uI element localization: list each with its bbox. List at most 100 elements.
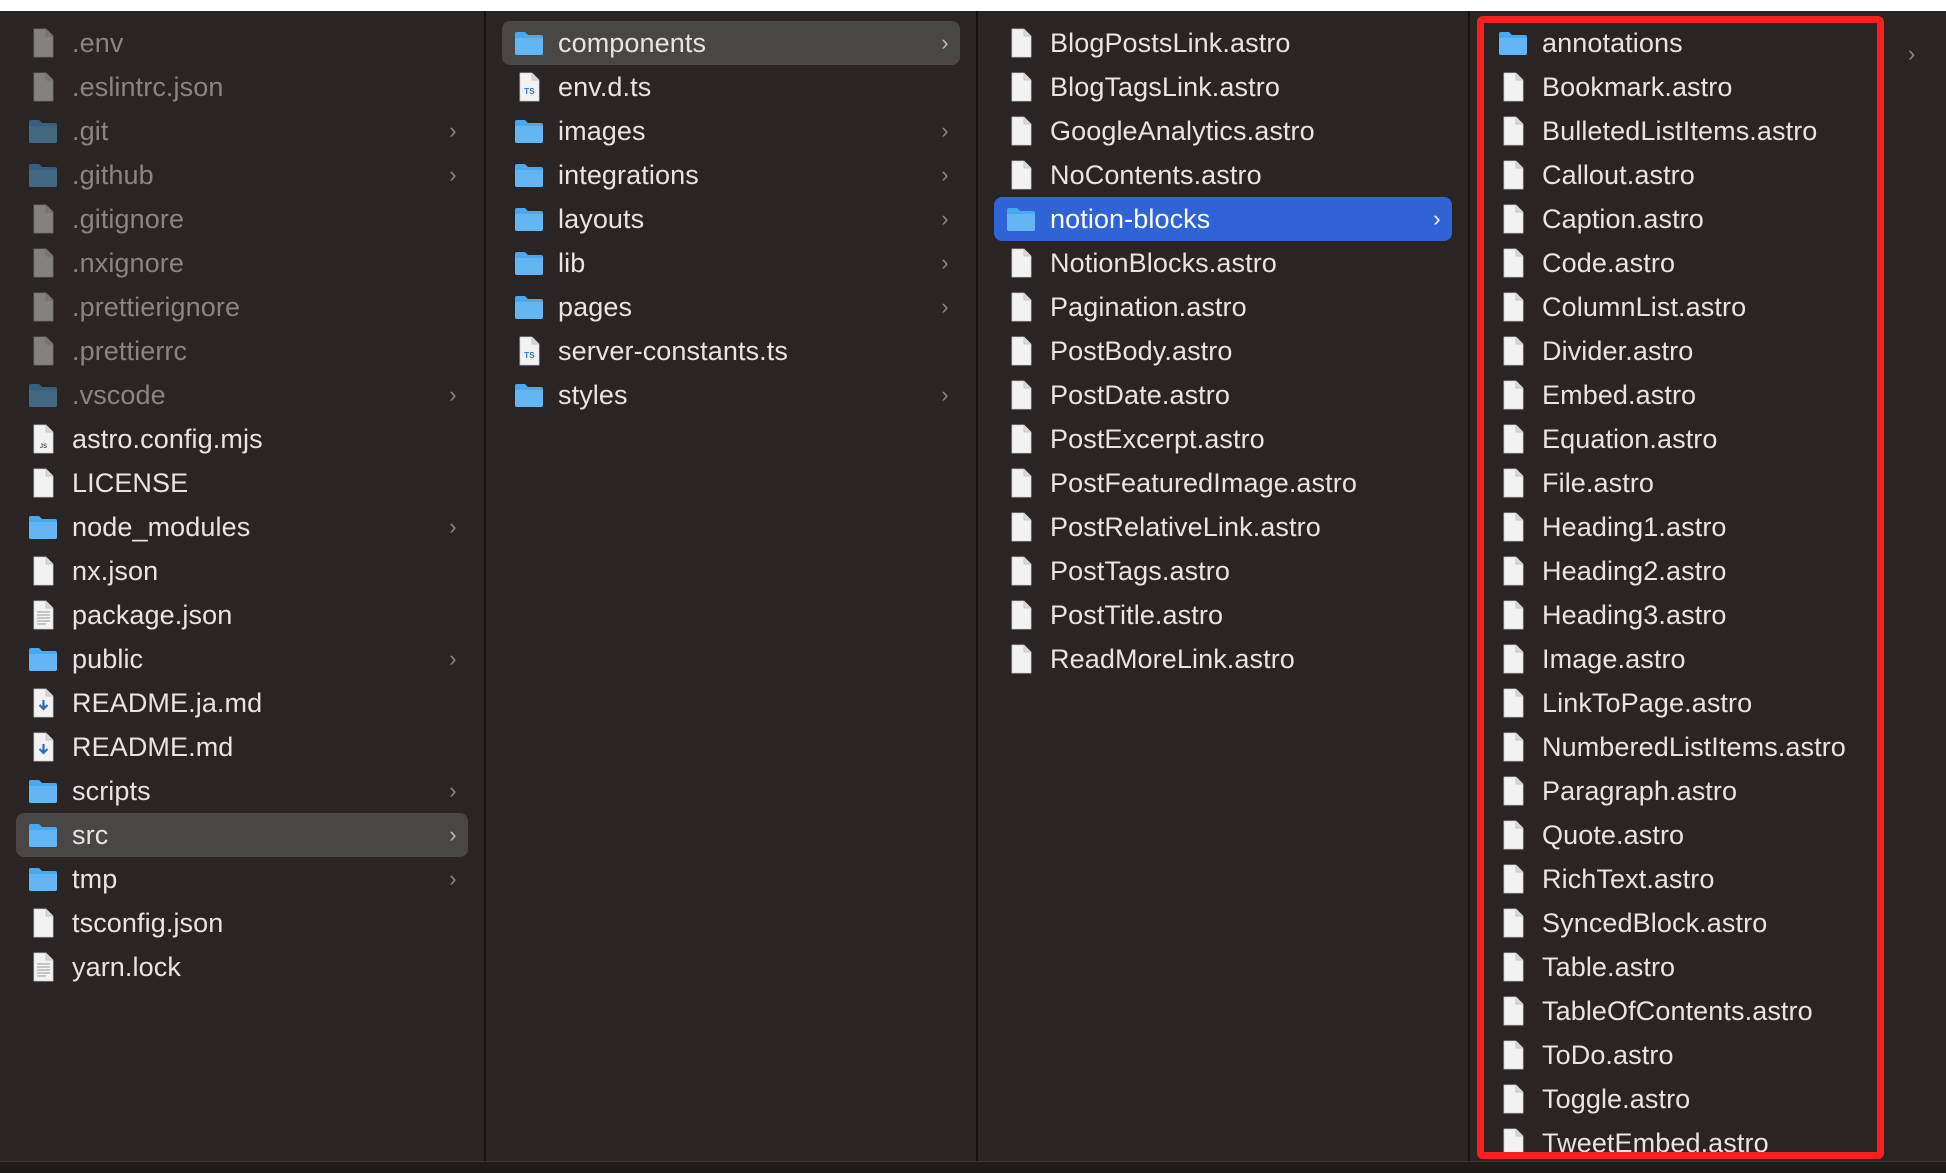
file-item-tableofcontents-astro[interactable]: TableOfContents.astro bbox=[1486, 989, 1930, 1033]
file-item-pagination-astro[interactable]: Pagination.astro bbox=[994, 285, 1452, 329]
file-item-paragraph-astro[interactable]: Paragraph.astro bbox=[1486, 769, 1930, 813]
file-item-tweetembed-astro[interactable]: TweetEmbed.astro bbox=[1486, 1121, 1930, 1161]
file-item-caption-astro[interactable]: Caption.astro bbox=[1486, 197, 1930, 241]
file-item-server-constants-ts[interactable]: TS server-constants.ts bbox=[502, 329, 960, 373]
file-item-syncedblock-astro[interactable]: SyncedBlock.astro bbox=[1486, 901, 1930, 945]
file-item-prettierrc[interactable]: .prettierrc bbox=[16, 329, 468, 373]
item-label: notion-blocks bbox=[1050, 203, 1211, 234]
file-item-bulletedlistitems-astro[interactable]: BulletedListItems.astro bbox=[1486, 109, 1930, 153]
file-item-postbody-astro[interactable]: PostBody.astro bbox=[994, 329, 1452, 373]
item-label: Table.astro bbox=[1542, 951, 1676, 982]
file-item-richtext-astro[interactable]: RichText.astro bbox=[1486, 857, 1930, 901]
file-item-astro-config-mjs[interactable]: JS astro.config.mjs bbox=[16, 417, 468, 461]
chevron-right-icon: › bbox=[941, 118, 949, 143]
folder-item-components[interactable]: components › bbox=[502, 21, 960, 65]
folder-item-images[interactable]: images › bbox=[502, 109, 960, 153]
file-item-postrelativelink-astro[interactable]: PostRelativeLink.astro bbox=[994, 505, 1452, 549]
file-item-license[interactable]: LICENSE bbox=[16, 461, 468, 505]
file-item-heading3-astro[interactable]: Heading3.astro bbox=[1486, 593, 1930, 637]
file-item-googleanalytics-astro[interactable]: GoogleAnalytics.astro bbox=[994, 109, 1452, 153]
file-item-eslintrc-json[interactable]: .eslintrc.json bbox=[16, 65, 468, 109]
file-item-todo-astro[interactable]: ToDo.astro bbox=[1486, 1033, 1930, 1077]
chevron-right-icon: › bbox=[449, 822, 457, 847]
folder-icon bbox=[1006, 204, 1036, 234]
folder-item-integrations[interactable]: integrations › bbox=[502, 153, 960, 197]
folder-item-pages[interactable]: pages › bbox=[502, 285, 960, 329]
file-item-tsconfig-json[interactable]: tsconfig.json bbox=[16, 901, 468, 945]
item-label: styles bbox=[558, 379, 628, 410]
item-label: SyncedBlock.astro bbox=[1542, 907, 1768, 938]
folder-item-tmp[interactable]: tmp › bbox=[16, 857, 468, 901]
file-item-env-d-ts[interactable]: TS env.d.ts bbox=[502, 65, 960, 109]
folder-item-annotations[interactable]: annotations bbox=[1486, 21, 1930, 65]
folder-item-node-modules[interactable]: node_modules › bbox=[16, 505, 468, 549]
item-label: Heading2.astro bbox=[1542, 555, 1727, 586]
file-item-posttags-astro[interactable]: PostTags.astro bbox=[994, 549, 1452, 593]
file-item-env[interactable]: .env bbox=[16, 21, 468, 65]
svg-text:JS: JS bbox=[40, 444, 48, 450]
file-item-callout-astro[interactable]: Callout.astro bbox=[1486, 153, 1930, 197]
folder-item-vscode[interactable]: .vscode › bbox=[16, 373, 468, 417]
column-root[interactable]: .env .eslintrc.json .git › .github › .giti… bbox=[0, 11, 484, 1161]
file-item-readme-ja-md[interactable]: README.ja.md bbox=[16, 681, 468, 725]
folder-item-git[interactable]: .git › bbox=[16, 109, 468, 153]
folder-item-notion-blocks[interactable]: notion-blocks › bbox=[994, 197, 1452, 241]
horizontal-scrollbar[interactable] bbox=[0, 1161, 1946, 1173]
document-icon bbox=[28, 292, 58, 322]
file-item-blogpostslink-astro[interactable]: BlogPostsLink.astro bbox=[994, 21, 1452, 65]
file-item-linktopage-astro[interactable]: LinkToPage.astro bbox=[1486, 681, 1930, 725]
file-item-quote-astro[interactable]: Quote.astro bbox=[1486, 813, 1930, 857]
file-item-toggle-astro[interactable]: Toggle.astro bbox=[1486, 1077, 1930, 1121]
item-label: .github bbox=[72, 159, 154, 190]
file-item-file-astro[interactable]: File.astro bbox=[1486, 461, 1930, 505]
document-icon bbox=[1498, 512, 1528, 542]
folder-item-lib[interactable]: lib › bbox=[502, 241, 960, 285]
file-item-postdate-astro[interactable]: PostDate.astro bbox=[994, 373, 1452, 417]
item-label: public bbox=[72, 643, 144, 674]
folder-item-scripts[interactable]: scripts › bbox=[16, 769, 468, 813]
folder-item-github[interactable]: .github › bbox=[16, 153, 468, 197]
folder-item-styles[interactable]: styles › bbox=[502, 373, 960, 417]
column-src[interactable]: components › TS env.d.ts images › integrat… bbox=[486, 11, 976, 1161]
file-item-blogtagslink-astro[interactable]: BlogTagsLink.astro bbox=[994, 65, 1452, 109]
file-item-prettierignore[interactable]: .prettierignore bbox=[16, 285, 468, 329]
file-item-yarn-lock[interactable]: yarn.lock bbox=[16, 945, 468, 989]
file-item-heading1-astro[interactable]: Heading1.astro bbox=[1486, 505, 1930, 549]
file-item-divider-astro[interactable]: Divider.astro bbox=[1486, 329, 1930, 373]
file-item-nocontents-astro[interactable]: NoContents.astro bbox=[994, 153, 1452, 197]
file-item-readmorelink-astro[interactable]: ReadMoreLink.astro bbox=[994, 637, 1452, 681]
folder-item-public[interactable]: public › bbox=[16, 637, 468, 681]
file-item-readme-md[interactable]: README.md bbox=[16, 725, 468, 769]
document-icon bbox=[28, 908, 58, 938]
file-item-postfeaturedimage-astro[interactable]: PostFeaturedImage.astro bbox=[994, 461, 1452, 505]
document-icon bbox=[28, 468, 58, 498]
file-item-embed-astro[interactable]: Embed.astro bbox=[1486, 373, 1930, 417]
file-item-equation-astro[interactable]: Equation.astro bbox=[1486, 417, 1930, 461]
folder-item-layouts[interactable]: layouts › bbox=[502, 197, 960, 241]
folder-item-src[interactable]: src › bbox=[16, 813, 468, 857]
chevron-right-icon: › bbox=[449, 778, 457, 803]
file-item-numberedlistitems-astro[interactable]: NumberedListItems.astro bbox=[1486, 725, 1930, 769]
file-item-package-json[interactable]: package.json bbox=[16, 593, 468, 637]
file-item-postexcerpt-astro[interactable]: PostExcerpt.astro bbox=[994, 417, 1452, 461]
file-item-nxignore[interactable]: .nxignore bbox=[16, 241, 468, 285]
file-item-posttitle-astro[interactable]: PostTitle.astro bbox=[994, 593, 1452, 637]
document-icon bbox=[1498, 644, 1528, 674]
column-notion-blocks[interactable]: annotations Bookmark.astro BulletedListI… bbox=[1470, 11, 1946, 1161]
file-item-bookmark-astro[interactable]: Bookmark.astro bbox=[1486, 65, 1930, 109]
document-icon bbox=[28, 556, 58, 586]
document-icon bbox=[1006, 28, 1036, 58]
item-label: PostRelativeLink.astro bbox=[1050, 511, 1321, 542]
item-label: TableOfContents.astro bbox=[1542, 995, 1813, 1026]
file-item-code-astro[interactable]: Code.astro bbox=[1486, 241, 1930, 285]
file-item-heading2-astro[interactable]: Heading2.astro bbox=[1486, 549, 1930, 593]
file-item-image-astro[interactable]: Image.astro bbox=[1486, 637, 1930, 681]
item-label: PostExcerpt.astro bbox=[1050, 423, 1265, 454]
column-components[interactable]: BlogPostsLink.astro BlogTagsLink.astro G… bbox=[978, 11, 1468, 1161]
file-item-nx-json[interactable]: nx.json bbox=[16, 549, 468, 593]
file-item-columnlist-astro[interactable]: ColumnList.astro bbox=[1486, 285, 1930, 329]
file-item-gitignore[interactable]: .gitignore bbox=[16, 197, 468, 241]
document-icon bbox=[1498, 1084, 1528, 1114]
file-item-notionblocks-astro[interactable]: NotionBlocks.astro bbox=[994, 241, 1452, 285]
file-item-table-astro[interactable]: Table.astro bbox=[1486, 945, 1930, 989]
